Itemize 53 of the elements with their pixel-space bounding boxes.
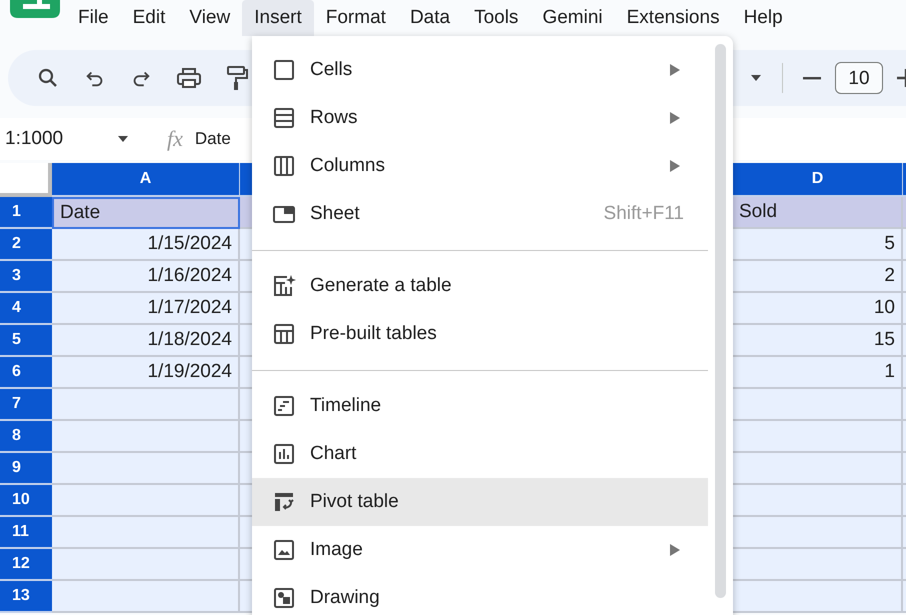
row-header[interactable]: 8 (0, 421, 52, 453)
table-cell: Date (52, 197, 240, 229)
row-header[interactable]: 12 (0, 549, 52, 581)
menu-item[interactable]: Extensions (614, 0, 732, 36)
row-header[interactable]: 4 (0, 293, 52, 325)
menu-item[interactable]: Columns (252, 142, 708, 190)
table-cell: 2 (733, 261, 903, 293)
menu-item[interactable]: Pre-built tables (252, 310, 708, 358)
menu-item[interactable]: Insert (242, 0, 314, 36)
row-header[interactable]: 10 (0, 485, 52, 517)
formula-input[interactable]: Date (194, 129, 231, 149)
menu-item[interactable]: Data (398, 0, 462, 36)
row-header[interactable]: 7 (0, 389, 52, 421)
menu-item[interactable]: Drawing (252, 574, 708, 615)
menu-item[interactable]: Gemini (530, 0, 615, 36)
menu-item[interactable]: View (177, 0, 242, 36)
menu-item[interactable]: Cells (252, 46, 708, 94)
menu-item[interactable]: Edit (120, 0, 178, 36)
table-cell: 1/19/2024 (52, 357, 240, 389)
column-header[interactable]: A (52, 163, 240, 197)
row-header[interactable]: 5 (0, 325, 52, 357)
table-cell: 1 (733, 357, 903, 389)
row-header[interactable]: 6 (0, 357, 52, 389)
column-header[interactable]: D (733, 163, 903, 197)
menu-item[interactable]: Chart (252, 430, 708, 478)
row-header[interactable]: 13 (0, 581, 52, 613)
table-cell: Sold (733, 197, 903, 229)
table-cell: 15 (733, 325, 903, 357)
font-size-field[interactable]: 10 (835, 62, 883, 94)
menu-item[interactable]: Format (314, 0, 398, 36)
table-cell: 1/18/2024 (52, 325, 240, 357)
name-box[interactable]: 1:1000 (0, 128, 105, 150)
table-cell: 10 (733, 293, 903, 325)
menu-item[interactable]: Generate a table (252, 262, 708, 310)
table-cell: 1/16/2024 (52, 261, 240, 293)
row-header[interactable]: 11 (0, 517, 52, 549)
menu-item[interactable]: Sheet Shift+F11 (252, 190, 708, 238)
menu-item[interactable]: Help (732, 0, 795, 36)
menu-item[interactable]: Tools (462, 0, 530, 36)
menu-item[interactable]: Rows (252, 94, 708, 142)
table-cell: 1/17/2024 (52, 293, 240, 325)
fx-label: fx (167, 126, 183, 152)
shortcut-label: Shift+F11 (604, 203, 684, 225)
row-header[interactable]: 1 (0, 197, 52, 229)
menu-item[interactable]: Image (252, 526, 708, 574)
menu-item[interactable]: File (66, 0, 121, 36)
row-header[interactable]: 9 (0, 453, 52, 485)
row-header[interactable]: 2 (0, 229, 52, 261)
table-cell: 5 (733, 229, 903, 261)
table-cell: 1/15/2024 (52, 229, 240, 261)
menu-item[interactable]: Pivot table (252, 478, 708, 526)
menu-item[interactable]: Timeline (252, 382, 708, 430)
row-header[interactable]: 3 (0, 261, 52, 293)
